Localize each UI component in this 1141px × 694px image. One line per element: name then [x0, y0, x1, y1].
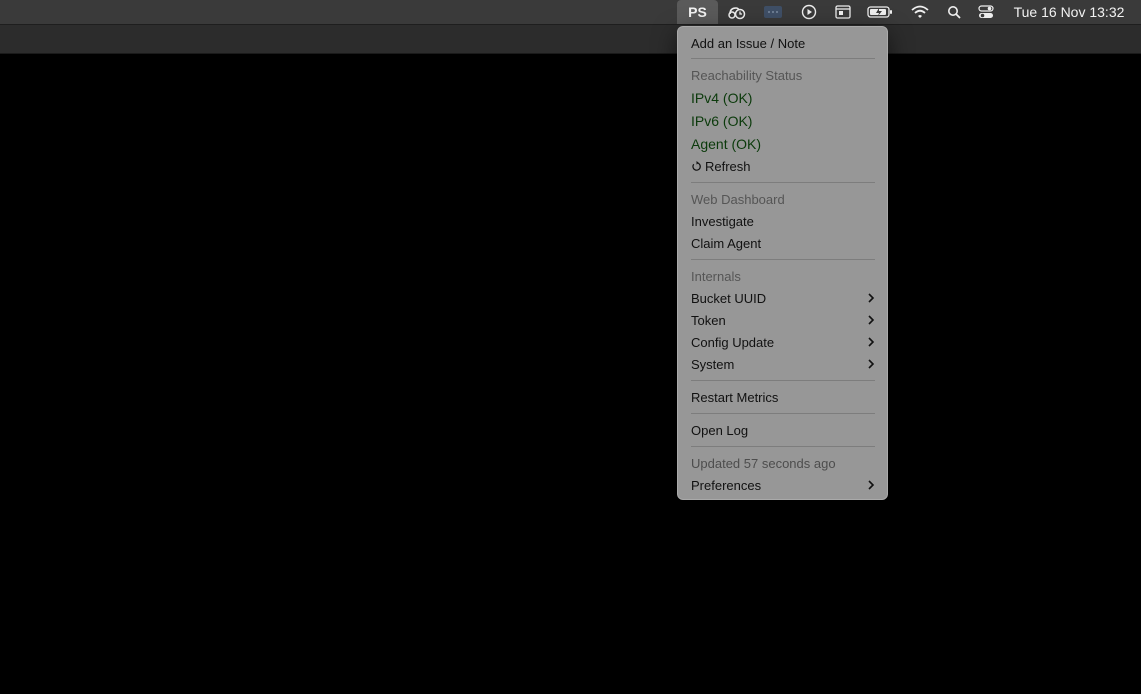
refresh-label: Refresh	[705, 158, 751, 174]
system-menu-item[interactable]: System	[691, 354, 877, 374]
window-toolbar	[0, 25, 1141, 54]
chevron-right-icon	[868, 359, 875, 369]
investigate-menu-item[interactable]: Investigate	[691, 211, 877, 231]
menu-separator	[691, 182, 875, 183]
claim-agent-menu-item[interactable]: Claim Agent	[691, 233, 877, 253]
schedule-icon[interactable]	[726, 0, 748, 24]
battery-icon[interactable]	[866, 0, 894, 24]
menu-separator	[691, 259, 875, 260]
chevron-right-icon	[868, 293, 875, 303]
config-update-label: Config Update	[691, 334, 775, 350]
menu-separator	[691, 380, 875, 381]
updated-status-text: Updated 57 seconds ago	[691, 455, 836, 471]
ipv6-status-item[interactable]: IPv6 (OK)	[691, 111, 877, 131]
chevron-right-icon	[868, 337, 875, 347]
menu-separator	[691, 446, 875, 447]
wifi-icon[interactable]	[908, 0, 932, 24]
play-icon[interactable]	[798, 0, 820, 24]
agent-status-item[interactable]: Agent (OK)	[691, 134, 877, 154]
add-issue-menu-item[interactable]: Add an Issue / Note	[691, 33, 877, 53]
preferences-label: Preferences	[691, 477, 762, 493]
refresh-icon	[692, 160, 701, 171]
token-label: Token	[691, 312, 726, 328]
app-dots-icon[interactable]	[762, 0, 784, 24]
internals-header: Internals	[691, 268, 741, 284]
web-dashboard-header: Web Dashboard	[691, 191, 785, 207]
bucket-uuid-label: Bucket UUID	[691, 290, 767, 306]
window-icon[interactable]	[832, 0, 854, 24]
token-menu-item[interactable]: Token	[691, 310, 877, 330]
ipv4-status-item[interactable]: IPv4 (OK)	[691, 88, 877, 108]
refresh-menu-item[interactable]: Refresh	[691, 156, 877, 176]
preferences-menu-item[interactable]: Preferences	[691, 475, 877, 495]
menu-separator	[691, 58, 875, 59]
menubar-clock[interactable]: Tue 16 Nov 13:32	[1004, 0, 1134, 24]
config-update-menu-item[interactable]: Config Update	[691, 332, 877, 352]
reachability-status-header: Reachability Status	[691, 67, 803, 83]
bucket-uuid-menu-item[interactable]: Bucket UUID	[691, 288, 877, 308]
menu-separator	[691, 413, 875, 414]
ps-dropdown-menu: Add an Issue / Note Reachability Status …	[677, 26, 888, 500]
chevron-right-icon	[868, 480, 875, 490]
open-log-menu-item[interactable]: Open Log	[691, 420, 877, 440]
control-center-icon[interactable]	[976, 0, 996, 24]
spotlight-search-icon[interactable]	[944, 0, 964, 24]
menu-bar: PS Tue 16 Nov 13:32	[0, 0, 1141, 25]
restart-metrics-menu-item[interactable]: Restart Metrics	[691, 387, 877, 407]
system-label: System	[691, 356, 735, 372]
ps-status-item[interactable]: PS	[677, 0, 718, 24]
chevron-right-icon	[868, 315, 875, 325]
